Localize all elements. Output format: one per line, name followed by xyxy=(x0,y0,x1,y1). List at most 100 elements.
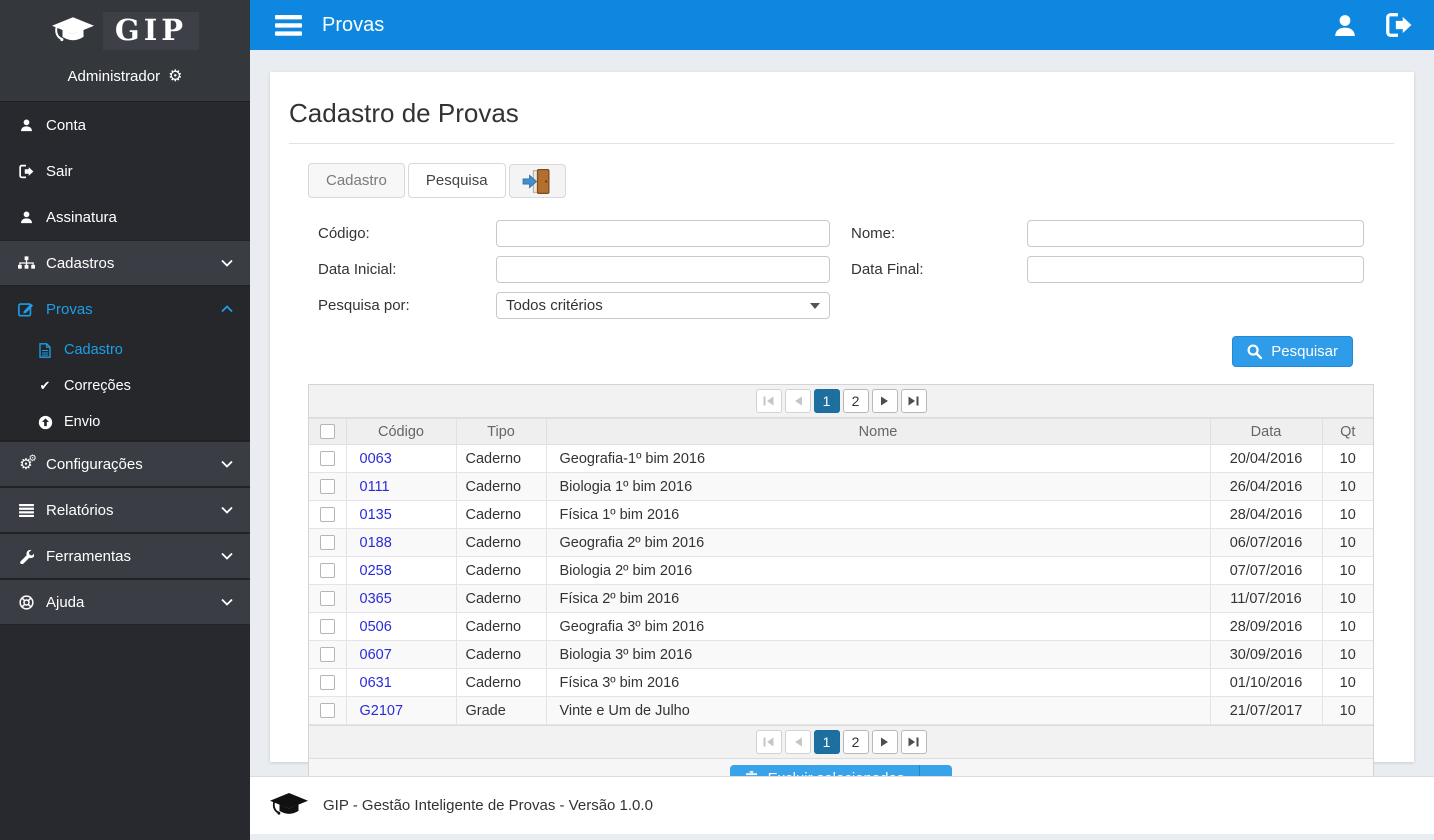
codigo-link[interactable]: 0063 xyxy=(360,451,392,467)
sidebar-item-label: Relatórios xyxy=(46,501,114,519)
qt-cell: 10 xyxy=(1321,696,1373,725)
header-data: Data xyxy=(1209,418,1323,445)
select-all-checkbox[interactable] xyxy=(319,424,335,440)
tipo-cell: Grade xyxy=(455,696,547,725)
data-cell: 07/07/2016 xyxy=(1209,556,1323,585)
tab-pesquisa[interactable]: Pesquisa xyxy=(407,163,506,198)
logout-icon[interactable] xyxy=(1384,12,1412,38)
row-checkbox[interactable] xyxy=(319,675,335,691)
sidebar-item-cadastros[interactable]: Cadastros xyxy=(0,240,250,286)
data-cell: 21/07/2017 xyxy=(1209,696,1323,725)
excluir-selecionados-button[interactable]: Excluir selecionados xyxy=(729,765,920,776)
help-icon xyxy=(17,594,35,610)
codigo-link[interactable]: 0135 xyxy=(360,507,392,523)
menu-toggle-button[interactable] xyxy=(275,14,302,36)
sidebar-item-ajuda[interactable]: Ajuda xyxy=(0,579,250,625)
codigo-link[interactable]: G2107 xyxy=(360,703,404,719)
gear-icon[interactable]: ⚙ xyxy=(168,68,182,85)
sidebar-subitem-correcoes[interactable]: ✔ Correções xyxy=(0,368,250,404)
excluir-dropdown-button[interactable] xyxy=(919,765,953,776)
footer: GIP - Gestão Inteligente de Provas - Ver… xyxy=(250,776,1434,834)
table-row: 0135 Caderno Física 1º bim 2016 28/04/20… xyxy=(309,500,1373,529)
brand-text: GIP xyxy=(114,13,188,47)
row-checkbox[interactable] xyxy=(319,479,335,495)
last-page-button[interactable] xyxy=(900,730,927,754)
data-cell: 30/09/2016 xyxy=(1209,640,1323,669)
sidebar-item-label: Ferramentas xyxy=(46,547,132,565)
table-body: 0063 Caderno Geografia-1º bim 2016 20/04… xyxy=(309,444,1373,725)
sidebar-item-conta[interactable]: Conta xyxy=(0,102,250,148)
data-cell: 11/07/2016 xyxy=(1209,584,1323,613)
tipo-cell: Caderno xyxy=(455,640,547,669)
user-icon xyxy=(17,118,35,133)
codigo-link[interactable]: 0607 xyxy=(360,647,392,663)
codigo-link[interactable]: 0188 xyxy=(360,535,392,551)
graduation-cap-icon xyxy=(51,16,95,46)
codigo-link[interactable]: 0365 xyxy=(360,591,392,607)
next-page-button[interactable] xyxy=(871,389,898,413)
nome-cell: Vinte e Um de Julho xyxy=(545,696,1211,725)
sidebar-item-label: Cadastro xyxy=(64,342,123,358)
main-area: Provas Cadastro de Provas Cadastro Pesqu… xyxy=(250,0,1434,840)
sidebar-subitem-cadastro[interactable]: Cadastro xyxy=(0,332,250,368)
sidebar-item-relatorios[interactable]: Relatórios xyxy=(0,487,250,533)
codigo-link[interactable]: 0258 xyxy=(360,563,392,579)
tipo-cell: Caderno xyxy=(455,556,547,585)
codigo-link[interactable]: 0111 xyxy=(360,479,390,495)
chevron-down-icon xyxy=(221,506,233,514)
data-final-input[interactable] xyxy=(1027,256,1364,283)
data-cell: 20/04/2016 xyxy=(1209,444,1323,473)
data-inicial-label: Data Inicial: xyxy=(318,261,397,278)
pesquisa-por-select[interactable]: Todos critérios xyxy=(496,292,830,319)
row-checkbox[interactable] xyxy=(319,591,335,607)
row-checkbox[interactable] xyxy=(319,619,335,635)
next-page-button[interactable] xyxy=(871,730,898,754)
sidebar-subitem-envio[interactable]: Envio xyxy=(0,404,250,440)
data-inicial-input[interactable] xyxy=(496,256,830,283)
page-title: Cadastro de Provas xyxy=(289,92,1394,144)
sidebar-item-ferramentas[interactable]: Ferramentas xyxy=(0,533,250,579)
sidebar-item-assinatura[interactable]: Assinatura xyxy=(0,194,250,240)
pesquisar-button[interactable]: Pesquisar xyxy=(1232,336,1353,367)
data-cell: 28/04/2016 xyxy=(1209,500,1323,529)
prev-page-button[interactable] xyxy=(784,730,811,754)
qt-cell: 10 xyxy=(1321,612,1373,641)
results-table-box: 1 2 Código Tipo Nome Data Qt 0063 Cadern… xyxy=(308,384,1374,776)
first-page-button[interactable] xyxy=(755,389,782,413)
table-row: G2107 Grade Vinte e Um de Julho 21/07/20… xyxy=(309,696,1373,725)
chevron-down-icon xyxy=(221,598,233,606)
codigo-input[interactable] xyxy=(496,220,830,247)
sidebar-item-label: Configurações xyxy=(46,455,143,473)
sidebar-item-label: Conta xyxy=(46,116,87,134)
sidebar-item-configuracoes[interactable]: ⚙ ⚙ Configurações xyxy=(0,441,250,487)
codigo-link[interactable]: 0631 xyxy=(360,675,392,691)
row-checkbox[interactable] xyxy=(319,703,335,719)
page-2-button[interactable]: 2 xyxy=(842,389,869,413)
page-1-button[interactable]: 1 xyxy=(813,730,840,754)
sidebar-item-sair[interactable]: Sair xyxy=(0,148,250,194)
header-qt: Qt xyxy=(1321,418,1373,445)
tab-cadastro[interactable]: Cadastro xyxy=(308,163,405,198)
tab-close[interactable] xyxy=(508,164,566,198)
sidebar-item-label: Provas xyxy=(46,300,93,318)
tipo-cell: Caderno xyxy=(455,528,547,557)
codigo-link[interactable]: 0506 xyxy=(360,619,392,635)
nome-input[interactable] xyxy=(1027,220,1364,247)
user-icon[interactable] xyxy=(1333,13,1357,38)
first-page-button[interactable] xyxy=(755,730,782,754)
row-checkbox[interactable] xyxy=(319,535,335,551)
row-checkbox[interactable] xyxy=(319,507,335,523)
brand-logo[interactable]: GIP xyxy=(0,8,250,58)
table-row: 0607 Caderno Biologia 3º bim 2016 30/09/… xyxy=(309,640,1373,669)
sidebar-item-provas[interactable]: Provas xyxy=(0,286,250,332)
content-area: Cadastro de Provas Cadastro Pesquisa Cód… xyxy=(250,50,1434,776)
page-1-button[interactable]: 1 xyxy=(813,389,840,413)
row-checkbox[interactable] xyxy=(319,451,335,467)
prev-page-button[interactable] xyxy=(784,389,811,413)
last-page-button[interactable] xyxy=(900,389,927,413)
data-cell: 01/10/2016 xyxy=(1209,668,1323,697)
table-row: 0258 Caderno Biologia 2º bim 2016 07/07/… xyxy=(309,556,1373,585)
row-checkbox[interactable] xyxy=(319,647,335,663)
page-2-button[interactable]: 2 xyxy=(842,730,869,754)
row-checkbox[interactable] xyxy=(319,563,335,579)
